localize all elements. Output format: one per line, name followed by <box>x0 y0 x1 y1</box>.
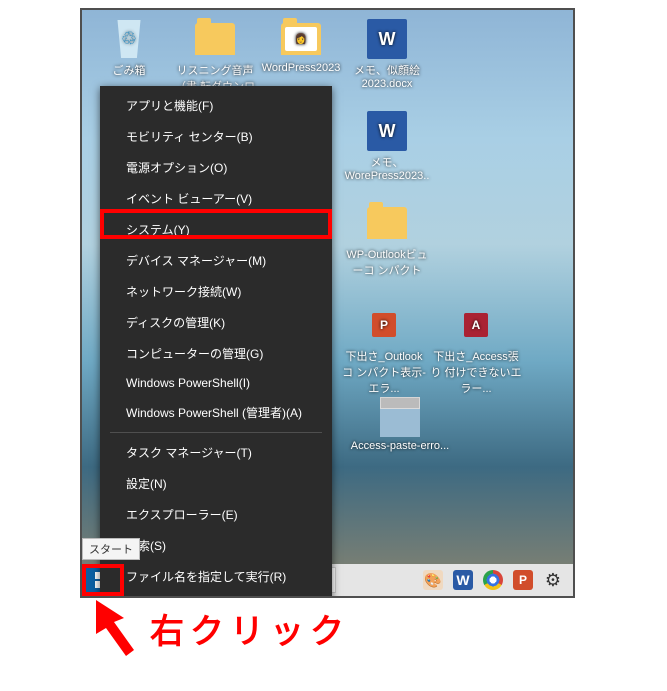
annotation: 右クリック <box>84 600 350 656</box>
taskbar-app-icon[interactable]: 🎨 <box>423 570 443 590</box>
start-tooltip: スタート <box>82 538 140 560</box>
folder-wp2023[interactable]: 👩 WordPress2023 <box>260 18 342 74</box>
image-icon <box>379 396 421 438</box>
folder-wp-outlook-label: WP-Outlookビューコ ンパクト <box>346 246 428 278</box>
word-icon: W <box>366 110 408 152</box>
folder-wp2023-label: WordPress2023 <box>262 62 341 74</box>
file-memo-niigaoe[interactable]: W メモ、似顔絵 2023.docx <box>346 18 428 90</box>
folder-icon <box>366 202 408 244</box>
recycle-bin-label: ごみ箱 <box>113 62 146 78</box>
menu-event[interactable]: イベント ビューアー(V) <box>100 183 332 214</box>
file-memo-niigaoe-label: メモ、似顔絵 2023.docx <box>346 62 428 90</box>
folder-icon <box>194 18 236 60</box>
recycle-bin-icon <box>108 18 150 60</box>
menu-computer[interactable]: コンピューターの管理(G) <box>100 338 332 369</box>
menu-run[interactable]: ファイル名を指定して実行(R) <box>100 561 332 592</box>
menu-device[interactable]: デバイス マネージャー(M) <box>100 245 332 276</box>
file-memo-wp2023[interactable]: W メモ、 WorePress2023.. <box>346 110 428 182</box>
recycle-bin[interactable]: ごみ箱 <box>88 18 170 78</box>
menu-separator <box>110 596 322 597</box>
mixed-icon: A <box>455 304 497 346</box>
menu-system[interactable]: システム(Y) <box>100 214 332 245</box>
file-access-err-label: 下出さ_Access張り 付けできないエラー... <box>428 348 524 396</box>
file-outlook-err[interactable]: P 下出さ_Outlook コ ンパクト表示-エラ... <box>340 304 428 396</box>
taskbar-chrome-icon[interactable] <box>483 570 503 590</box>
file-outlook-err-label: 下出さ_Outlook コ ンパクト表示-エラ... <box>340 348 428 396</box>
folder-icon: 👩 <box>280 18 322 60</box>
folder-wp-outlook[interactable]: WP-Outlookビューコ ンパクト <box>346 202 428 278</box>
windows-desktop: ごみ箱 リスニング音声（書 転ダウンロード） 👩 WordPress2023 W… <box>80 8 575 598</box>
menu-disk[interactable]: ディスクの管理(K) <box>100 307 332 338</box>
menu-network[interactable]: ネットワーク接続(W) <box>100 276 332 307</box>
taskbar-word-icon[interactable]: W <box>453 570 473 590</box>
winx-menu: アプリと機能(F) モビリティ センター(B) 電源オプション(O) イベント … <box>100 86 332 598</box>
arrow-up-left-icon <box>84 600 138 656</box>
menu-settings[interactable]: 設定(N) <box>100 468 332 499</box>
menu-separator <box>110 432 322 433</box>
annotation-text: 右クリック <box>150 604 350 653</box>
word-icon: W <box>366 18 408 60</box>
menu-mobility[interactable]: モビリティ センター(B) <box>100 121 332 152</box>
taskbar-powerpoint-icon[interactable]: P <box>513 570 533 590</box>
file-access-paste-label: Access-paste-erro... <box>351 440 449 452</box>
file-access-paste[interactable]: Access-paste-erro... <box>340 396 460 452</box>
menu-explorer[interactable]: エクスプローラー(E) <box>100 499 332 530</box>
menu-ps-admin[interactable]: Windows PowerShell (管理者)(A) <box>100 397 332 428</box>
file-memo-wp2023-label: メモ、 WorePress2023.. <box>345 154 430 182</box>
menu-power[interactable]: 電源オプション(O) <box>100 152 332 183</box>
menu-apps[interactable]: アプリと機能(F) <box>100 90 332 121</box>
taskbar-settings-icon[interactable]: ⚙ <box>543 570 563 590</box>
taskbar-tray: 🎨 W P ⚙ <box>423 570 573 590</box>
file-access-err[interactable]: A 下出さ_Access張り 付けできないエラー... <box>428 304 524 396</box>
mixed-icon: P <box>363 304 405 346</box>
menu-ps[interactable]: Windows PowerShell(I) <box>100 369 332 397</box>
menu-task[interactable]: タスク マネージャー(T) <box>100 437 332 468</box>
